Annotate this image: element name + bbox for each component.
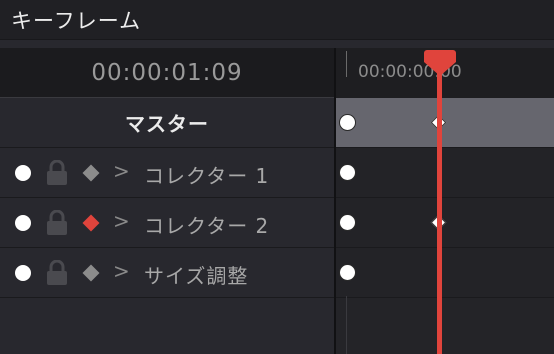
chevron-right-icon[interactable]: > bbox=[113, 159, 130, 183]
keyframe-diamond-icon[interactable] bbox=[82, 214, 100, 232]
chevron-right-icon[interactable]: > bbox=[113, 259, 130, 283]
current-timecode[interactable]: 00:00:01:09 bbox=[0, 60, 334, 86]
timeline-row-corrector-1[interactable] bbox=[336, 148, 554, 198]
track-enable-dot[interactable] bbox=[15, 215, 31, 231]
track-label: サイズ調整 bbox=[144, 264, 249, 288]
track-label: コレクター 1 bbox=[144, 164, 270, 188]
chevron-right-icon[interactable]: > bbox=[113, 209, 130, 233]
timeline-row-sizing[interactable] bbox=[336, 248, 554, 298]
track-row-corrector-2[interactable]: > コレクター 2 bbox=[0, 198, 334, 248]
master-track-row[interactable]: マスター bbox=[0, 98, 334, 148]
master-track-label: マスター bbox=[125, 112, 209, 136]
track-row-corrector-1[interactable]: > コレクター 1 bbox=[0, 148, 334, 198]
panel-title: キーフレーム bbox=[11, 9, 142, 33]
playhead-handle-icon[interactable] bbox=[424, 50, 456, 76]
lock-icon[interactable] bbox=[45, 210, 69, 236]
lock-icon[interactable] bbox=[45, 160, 69, 186]
timecode-row: 00:00:01:09 bbox=[0, 48, 334, 98]
keyframes-panel-header: キーフレーム bbox=[0, 0, 554, 40]
lock-icon[interactable] bbox=[45, 260, 69, 286]
track-enable-dot[interactable] bbox=[15, 265, 31, 281]
keyframe-diamond-icon[interactable] bbox=[82, 264, 100, 282]
track-start-dot[interactable] bbox=[339, 264, 356, 281]
track-row-sizing[interactable]: > サイズ調整 bbox=[0, 248, 334, 298]
track-list-pane: 00:00:01:09 マスター > コレクター 1 > コレクター 2 > サ… bbox=[0, 48, 334, 354]
keyframe-timeline-pane[interactable]: 00:00:00:00 bbox=[336, 48, 554, 354]
track-enable-dot[interactable] bbox=[15, 165, 31, 181]
track-start-dot[interactable] bbox=[339, 114, 356, 131]
timeline-row-corrector-2[interactable] bbox=[336, 198, 554, 248]
playhead-line[interactable] bbox=[437, 70, 442, 354]
timeline-guide-line bbox=[346, 296, 347, 354]
track-label: コレクター 2 bbox=[144, 214, 270, 238]
track-start-dot[interactable] bbox=[339, 164, 356, 181]
keyframe-diamond-icon[interactable] bbox=[82, 164, 100, 182]
track-start-dot[interactable] bbox=[339, 214, 356, 231]
timeline-master-row[interactable] bbox=[336, 98, 554, 148]
ruler-tick bbox=[346, 51, 347, 77]
